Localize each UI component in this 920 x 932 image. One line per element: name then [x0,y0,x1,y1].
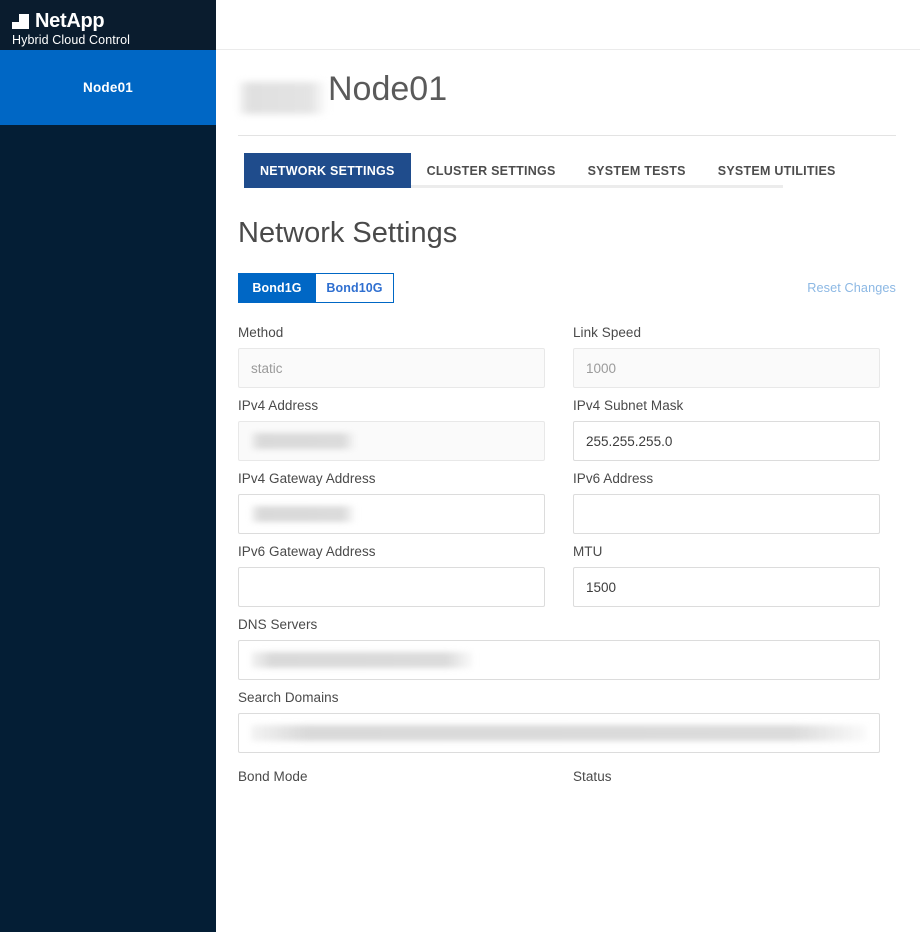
netapp-flag-icon [12,14,29,29]
ipv6-gateway-input[interactable] [238,567,545,607]
app-root: NetApp Hybrid Cloud Control Node01 Node0… [0,0,920,932]
tab-network-settings[interactable]: NETWORK SETTINGS [244,153,411,188]
form-row: IPv6 Gateway Address MTU 1500 [238,534,896,607]
field-label: Status [573,769,880,784]
redacted-value [251,506,355,522]
brand-subtitle: Hybrid Cloud Control [12,34,216,47]
sidebar-item-node01[interactable]: Node01 [0,50,216,125]
sidebar-item-label: Node01 [83,80,133,95]
field-ipv6-address: IPv6 Address [573,461,880,534]
field-status: Status [573,769,880,792]
brand-name: NetApp [35,11,104,31]
bond1g-button[interactable]: Bond1G [238,273,316,303]
method-input[interactable]: static [238,348,545,388]
field-mtu: MTU 1500 [573,534,880,607]
field-label: IPv4 Subnet Mask [573,398,880,413]
sidebar-filler [0,125,216,932]
tab-bar: NETWORK SETTINGS CLUSTER SETTINGS SYSTEM… [238,153,896,188]
title-row: Node01 [238,72,896,124]
form-row: DNS Servers [238,607,896,680]
tab-system-tests[interactable]: SYSTEM TESTS [572,153,702,188]
main-area: Node01 NETWORK SETTINGS CLUSTER SETTINGS… [216,0,920,932]
bond10g-label: Bond10G [326,281,382,295]
field-bond-mode: Bond Mode [238,769,545,792]
bond-toggle-row: Bond1G Bond10G Reset Changes [238,273,896,303]
field-label: Method [238,325,545,340]
link-speed-input[interactable]: 1000 [573,348,880,388]
field-ipv4-subnet-mask: IPv4 Subnet Mask 255.255.255.0 [573,388,880,461]
dns-servers-input[interactable] [238,640,880,680]
field-label: IPv4 Address [238,398,545,413]
field-method: Method static [238,315,545,388]
form-row: Bond Mode Status [238,769,896,792]
redacted-value [251,725,867,741]
ipv4-address-input[interactable] [238,421,545,461]
field-label: IPv6 Gateway Address [238,544,545,559]
form-row: Search Domains [238,680,896,753]
field-ipv4-gateway: IPv4 Gateway Address [238,461,545,534]
link-speed-value: 1000 [586,361,616,376]
bond-segmented-control: Bond1G Bond10G [238,273,394,303]
brand-header: NetApp Hybrid Cloud Control [0,0,216,50]
redacted-title-prefix [238,82,326,114]
page-header: Node01 NETWORK SETTINGS CLUSTER SETTINGS… [216,50,920,188]
ipv4-subnet-mask-value: 255.255.255.0 [586,434,672,449]
field-dns-servers: DNS Servers [238,607,880,680]
field-link-speed: Link Speed 1000 [573,315,880,388]
tab-label: SYSTEM TESTS [588,164,686,178]
page-title: Node01 [328,72,447,106]
field-label: MTU [573,544,880,559]
search-domains-input[interactable] [238,713,880,753]
field-label: IPv6 Address [573,471,880,486]
bond10g-button[interactable]: Bond10G [316,273,394,303]
form-row: Method static Link Speed 1000 [238,315,896,388]
field-label: IPv4 Gateway Address [238,471,545,486]
mtu-value: 1500 [586,580,616,595]
tab-cluster-settings[interactable]: CLUSTER SETTINGS [411,153,572,188]
network-settings-form: Method static Link Speed 1000 [238,315,896,792]
top-bar [216,0,920,50]
field-label: DNS Servers [238,617,880,632]
tab-label: SYSTEM UTILITIES [718,164,836,178]
field-label: Search Domains [238,690,880,705]
field-label: Bond Mode [238,769,545,784]
reset-changes-link[interactable]: Reset Changes [807,281,896,295]
bond1g-label: Bond1G [252,281,301,295]
form-row: IPv4 Gateway Address IPv6 Address [238,461,896,534]
field-label: Link Speed [573,325,880,340]
redacted-value [251,433,355,449]
ipv4-subnet-mask-input[interactable]: 255.255.255.0 [573,421,880,461]
mtu-input[interactable]: 1500 [573,567,880,607]
field-ipv6-gateway: IPv6 Gateway Address [238,534,545,607]
sidebar: NetApp Hybrid Cloud Control Node01 [0,0,216,932]
ipv6-address-input[interactable] [573,494,880,534]
redacted-value [251,652,473,668]
content-area: Network Settings Bond1G Bond10G Reset Ch… [216,219,920,792]
tab-label: NETWORK SETTINGS [260,164,395,178]
section-title: Network Settings [238,219,896,248]
field-ipv4-address: IPv4 Address [238,388,545,461]
tab-label: CLUSTER SETTINGS [427,164,556,178]
method-value: static [251,361,283,376]
form-row: IPv4 Address IPv4 Subnet Mask 255.255.25… [238,388,896,461]
tab-system-utilities[interactable]: SYSTEM UTILITIES [702,153,852,188]
ipv4-gateway-input[interactable] [238,494,545,534]
header-divider [238,135,896,136]
field-search-domains: Search Domains [238,680,880,753]
brand-row: NetApp [12,11,216,31]
